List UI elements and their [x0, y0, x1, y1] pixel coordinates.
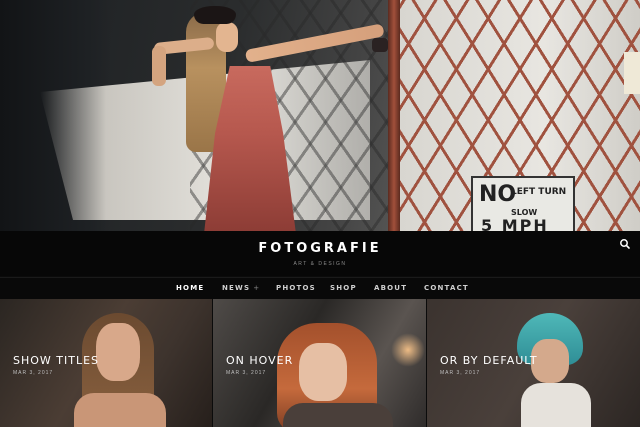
- tile-figure-body: [74, 393, 166, 427]
- site-tagline: ART & DESIGN: [293, 261, 347, 267]
- gallery-tile[interactable]: OR BY DEFAULT MAR 3, 2017: [427, 299, 640, 427]
- tile-figure-body: [283, 403, 393, 427]
- site-logo[interactable]: FOTOGRAFIE: [0, 241, 640, 256]
- tile-figure-face: [299, 343, 347, 401]
- figure-face: [216, 22, 238, 52]
- main-navigation: HOME NEWS + PHOTOS SHOP ABOUT CONTACT: [0, 277, 640, 299]
- search-icon: [620, 239, 630, 249]
- nav-item-label: PHOTOS: [276, 284, 316, 292]
- nav-item-contact[interactable]: CONTACT: [424, 284, 469, 292]
- nav-item-label: SHOP: [330, 284, 357, 292]
- hero-image: NO LEFT TURN SLOW 5 MPH: [0, 0, 640, 231]
- figure-hat: [194, 6, 236, 24]
- tile-title: SHOW TITLES: [13, 354, 100, 367]
- tile-bokeh-light: [391, 333, 425, 367]
- sign-mph-text: 5 MPH: [481, 216, 549, 231]
- figure-left-forearm: [152, 46, 166, 86]
- gallery-tile[interactable]: ON HOVER MAR 3, 2017: [213, 299, 426, 427]
- nav-item-shop[interactable]: SHOP: [330, 284, 357, 292]
- nav-item-photos[interactable]: PHOTOS: [276, 284, 316, 292]
- nav-item-label: ABOUT: [374, 284, 408, 292]
- nav-item-news[interactable]: NEWS +: [222, 284, 260, 292]
- hero-partial-sign: [624, 52, 640, 94]
- figure-hand: [372, 38, 388, 52]
- gallery-grid: SHOW TITLES MAR 3, 2017 ON HOVER MAR 3, …: [0, 299, 640, 427]
- tile-figure-body: [521, 383, 591, 427]
- tile-title: ON HOVER: [226, 354, 294, 367]
- tile-date: MAR 3, 2017: [13, 370, 54, 376]
- submenu-plus-icon: +: [253, 284, 261, 292]
- nav-item-label: CONTACT: [424, 284, 469, 292]
- hero-street-sign: NO LEFT TURN SLOW 5 MPH: [471, 176, 575, 231]
- hero-model-figure: [150, 0, 400, 231]
- nav-item-label: HOME: [176, 284, 205, 292]
- sign-left-turn-text: LEFT TURN: [511, 187, 567, 197]
- site-header: FOTOGRAFIE ART & DESIGN: [0, 231, 640, 276]
- nav-item-about[interactable]: ABOUT: [374, 284, 407, 292]
- nav-item-label: NEWS: [222, 284, 251, 292]
- tile-title: OR BY DEFAULT: [440, 354, 538, 367]
- tile-figure-face: [96, 323, 140, 381]
- nav-item-home[interactable]: HOME: [176, 284, 204, 292]
- tile-date: MAR 3, 2017: [440, 370, 481, 376]
- tile-date: MAR 3, 2017: [226, 370, 267, 376]
- gallery-tile[interactable]: SHOW TITLES MAR 3, 2017: [0, 299, 212, 427]
- figure-right-arm: [244, 23, 385, 63]
- search-button[interactable]: [618, 237, 632, 251]
